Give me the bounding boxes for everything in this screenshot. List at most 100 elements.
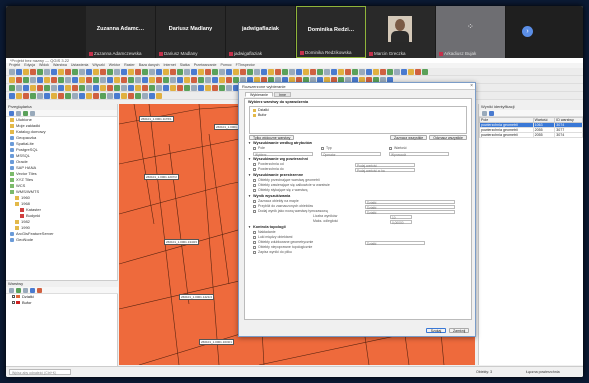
more-participants-button[interactable]: › <box>522 26 533 37</box>
menu-item[interactable]: Projekt <box>9 63 20 67</box>
toolbar-button-icon[interactable] <box>135 76 141 83</box>
toolbar-button-icon[interactable] <box>30 84 36 91</box>
toolbar-button-icon[interactable] <box>366 68 372 75</box>
toolbar-button-icon[interactable] <box>254 68 260 75</box>
toolbar-button-icon[interactable] <box>212 68 218 75</box>
topology-layer-select[interactable]: Działki <box>365 240 425 246</box>
toolbar-button-icon[interactable] <box>128 76 134 83</box>
tab-selection[interactable]: Wybieranie <box>245 92 273 97</box>
toolbar-button-icon[interactable] <box>37 68 43 75</box>
toolbar-button-icon[interactable] <box>86 84 92 91</box>
toolbar-button-icon[interactable] <box>107 92 113 99</box>
toolbar-button-icon[interactable] <box>163 68 169 75</box>
toolbar-button-icon[interactable] <box>51 76 57 83</box>
menu-item[interactable]: Pomoc <box>220 63 231 67</box>
result-checkbox[interactable] <box>253 209 256 213</box>
toolbar-button-icon[interactable] <box>135 84 141 91</box>
toolbar-button-icon[interactable] <box>72 76 78 83</box>
toolbar-button-icon[interactable] <box>121 76 127 83</box>
toolbar-button-icon[interactable] <box>30 76 36 83</box>
toolbar-button-icon[interactable] <box>212 84 218 91</box>
toolbar-button-icon[interactable] <box>79 84 85 91</box>
toolbar-button-icon[interactable] <box>100 68 106 75</box>
participant-tile[interactable]: jadwigaflaziak jadwigaflaziak <box>226 6 296 58</box>
toolbar-button-icon[interactable] <box>373 68 379 75</box>
toolbar-button-icon[interactable] <box>380 68 386 75</box>
toolbar-button-icon[interactable] <box>324 68 330 75</box>
toolbar-button-icon[interactable] <box>184 76 190 83</box>
result-layer-select[interactable]: Działki <box>365 199 455 205</box>
toolbar-button-icon[interactable] <box>198 84 204 91</box>
locator-search-input[interactable]: Wpisz aby odnaleźć (Ctrl+K) <box>9 369 71 375</box>
toolbar-button-icon[interactable] <box>121 84 127 91</box>
toolbar-button-icon[interactable] <box>107 68 113 75</box>
toolbar-button-icon[interactable] <box>163 84 169 91</box>
toolbar-button-icon[interactable] <box>198 68 204 75</box>
toolbar-button-icon[interactable] <box>114 84 120 91</box>
toolbar-button-icon[interactable] <box>16 84 22 91</box>
toolbar-button-icon[interactable] <box>310 68 316 75</box>
toolbar-button-icon[interactable] <box>86 92 92 99</box>
toolbar-button-icon[interactable] <box>191 76 197 83</box>
menu-item[interactable]: Raster <box>124 63 135 67</box>
properties-icon[interactable] <box>30 110 35 116</box>
toolbar-button-icon[interactable] <box>9 92 15 99</box>
toolbar-button-icon[interactable] <box>191 84 197 91</box>
toolbar-button-icon[interactable] <box>72 92 78 99</box>
toolbar-button-icon[interactable] <box>142 92 148 99</box>
toolbar-button-icon[interactable] <box>338 68 344 75</box>
toolbar-button-icon[interactable] <box>184 84 190 91</box>
toolbar-button-icon[interactable] <box>156 92 162 99</box>
toolbar-button-icon[interactable] <box>170 76 176 83</box>
toolbar-button-icon[interactable] <box>44 92 50 99</box>
refresh-icon[interactable] <box>9 110 14 116</box>
close-icon[interactable]: × <box>470 83 473 89</box>
toolbar-button-icon[interactable] <box>149 76 155 83</box>
participant-tile[interactable]: ⁘ Arkadiusz Bujak <box>436 6 506 58</box>
toolbar-button-icon[interactable] <box>44 68 50 75</box>
menu-item[interactable]: Siatka <box>180 63 190 67</box>
expand-tree-icon[interactable] <box>482 110 487 116</box>
toolbar-button-icon[interactable] <box>191 68 197 75</box>
table-row[interactable]: powierzchnia geometrii 2055 3074 <box>479 132 583 138</box>
toolbar-button-icon[interactable] <box>219 68 225 75</box>
spatial-checkbox[interactable] <box>253 188 256 192</box>
topology-checkbox[interactable] <box>253 230 256 234</box>
toolbar-button-icon[interactable] <box>128 68 134 75</box>
toolbar-button-icon[interactable] <box>135 68 141 75</box>
toolbar-button-icon[interactable] <box>72 68 78 75</box>
participant-tile[interactable]: Dariusz Madlany Dariusz Madlany <box>156 6 226 58</box>
toolbar-button-icon[interactable] <box>16 76 22 83</box>
toolbar-button-icon[interactable] <box>65 76 71 83</box>
toolbar-button-icon[interactable] <box>93 76 99 83</box>
toolbar-button-icon[interactable] <box>261 68 267 75</box>
style-icon[interactable] <box>9 287 14 293</box>
participant-tile[interactable]: Dominika Redzi… Dominika Redzikowska <box>296 6 366 58</box>
attr-value-checkbox[interactable] <box>389 146 392 150</box>
toolbar-button-icon[interactable] <box>317 68 323 75</box>
toolbar-button-icon[interactable] <box>240 68 246 75</box>
tab-other[interactable]: Inne <box>273 92 291 97</box>
toolbar-button-icon[interactable] <box>156 84 162 91</box>
toolbar-button-icon[interactable] <box>247 68 253 75</box>
toolbar-button-icon[interactable] <box>422 68 428 75</box>
toolbar-button-icon[interactable] <box>394 68 400 75</box>
toolbar-button-icon[interactable] <box>170 68 176 75</box>
result-layer-select[interactable]: Działki <box>365 209 455 215</box>
toolbar-button-icon[interactable] <box>23 92 29 99</box>
remove-layer-icon[interactable] <box>37 287 42 293</box>
area-to-checkbox[interactable] <box>253 167 256 171</box>
toolbar-button-icon[interactable] <box>93 84 99 91</box>
toolbar-button-icon[interactable] <box>86 68 92 75</box>
toolbar-button-icon[interactable] <box>9 68 15 75</box>
toolbar-button-icon[interactable] <box>149 84 155 91</box>
attr-type-checkbox[interactable] <box>321 146 324 150</box>
filter-legend-icon[interactable] <box>23 287 28 293</box>
toolbar-button-icon[interactable] <box>100 92 106 99</box>
toolbar-button-icon[interactable] <box>345 68 351 75</box>
toolbar-button-icon[interactable] <box>9 76 15 83</box>
deselect-all-button[interactable]: Odznacz wszystkie <box>429 135 467 140</box>
menu-item[interactable]: FTInspector <box>236 63 255 67</box>
layer-list-item[interactable]: Bufor <box>253 113 463 118</box>
area-from-checkbox[interactable] <box>253 162 256 166</box>
